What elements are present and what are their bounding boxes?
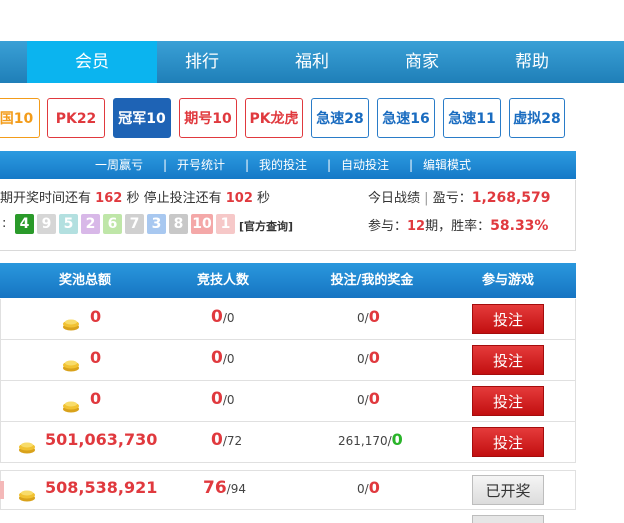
official-query-link[interactable]: [官方查询] bbox=[239, 218, 293, 234]
my-bonus: 0 bbox=[368, 348, 380, 367]
bet-bonus: 0/0 bbox=[357, 389, 380, 408]
pool-total: 508,538,921 bbox=[45, 478, 158, 497]
result-ball: 7 bbox=[125, 214, 144, 234]
my-bonus: 0 bbox=[368, 389, 380, 408]
submenu-weekly-profit[interactable]: 一周赢亏 bbox=[95, 151, 143, 179]
top-navigation: 会员 排行 福利 商家 帮助 bbox=[0, 41, 624, 83]
pool-total: 501,063,730 bbox=[45, 430, 158, 449]
sub-menu: 一周赢亏 | 开号统计 | 我的投注 | 自动投注 | 编辑模式 bbox=[0, 151, 576, 179]
game-tab-jisu11[interactable]: 急速11 bbox=[443, 98, 501, 138]
pool-total: 0 bbox=[90, 348, 102, 367]
draw-countdown-seconds: 162 bbox=[95, 191, 123, 206]
player-count: 0/72 bbox=[211, 430, 242, 450]
nav-tab-welfare[interactable]: 福利 bbox=[267, 41, 357, 83]
win-rate: 58.33% bbox=[490, 218, 549, 234]
game-tab-guo10[interactable]: 国10 bbox=[0, 98, 40, 138]
header-bet-bonus: 投注/我的奖金 bbox=[330, 273, 414, 288]
game-tab-jisu28[interactable]: 急速28 bbox=[311, 98, 369, 138]
coin-icon bbox=[18, 487, 36, 502]
players-total: /0 bbox=[222, 311, 235, 325]
bet-amount: 0/ bbox=[357, 311, 369, 325]
coin-icon bbox=[62, 357, 80, 372]
players-joined: 0 bbox=[211, 348, 223, 368]
submenu-edit-mode[interactable]: 编辑模式 bbox=[423, 151, 471, 179]
game-tab-virtual28[interactable]: 虚拟28 bbox=[509, 98, 565, 138]
players-joined: 0 bbox=[211, 389, 223, 409]
nav-tab-merchant[interactable]: 商家 bbox=[377, 41, 467, 83]
my-bonus: 0 bbox=[391, 430, 403, 449]
submenu-separator: | bbox=[245, 158, 250, 172]
bet-bonus: 0/0 bbox=[357, 307, 380, 326]
players-joined: 0 bbox=[211, 430, 223, 450]
profit-value: 1,268,579 bbox=[471, 190, 551, 206]
bet-button[interactable]: 投注 bbox=[472, 386, 544, 416]
submenu-separator: | bbox=[327, 158, 332, 172]
submenu-number-stats[interactable]: 开号统计 bbox=[177, 151, 225, 179]
nav-tab-member[interactable]: 会员 bbox=[27, 41, 157, 83]
game-tab-period10[interactable]: 期号10 bbox=[179, 98, 237, 138]
submenu-my-bets[interactable]: 我的投注 bbox=[259, 151, 307, 179]
bet-amount: 0/ bbox=[357, 482, 369, 496]
result-ball: 9 bbox=[37, 214, 56, 234]
submenu-auto-bet[interactable]: 自动投注 bbox=[341, 151, 389, 179]
game-tab-jisu16[interactable]: 急速16 bbox=[377, 98, 435, 138]
bet-amount: 0/ bbox=[357, 393, 369, 407]
bet-bonus: 261,170/0 bbox=[338, 430, 403, 449]
bet-bonus: 0/0 bbox=[357, 478, 380, 497]
bet-button[interactable]: 投注 bbox=[472, 345, 544, 375]
participate-count: 12 bbox=[407, 219, 426, 234]
player-count: 0/0 bbox=[211, 307, 235, 327]
game-tab-pk-longhu[interactable]: PK龙虎 bbox=[245, 98, 303, 138]
result-ball: 3 bbox=[147, 214, 166, 234]
bet-amount: 261,170/ bbox=[338, 434, 392, 448]
result-ball: 4 bbox=[15, 214, 34, 234]
row-marker bbox=[0, 481, 4, 499]
result-ball: 1 bbox=[216, 214, 235, 234]
pool-total: 0 bbox=[90, 307, 102, 326]
result-ball: 10 bbox=[191, 214, 213, 234]
coin-icon bbox=[62, 398, 80, 413]
coin-icon bbox=[18, 439, 36, 454]
nav-tab-ranking[interactable]: 排行 bbox=[157, 41, 247, 83]
bet-button[interactable]: 投注 bbox=[472, 304, 544, 334]
game-tab-pk22[interactable]: PK22 bbox=[47, 98, 105, 138]
players-joined: 0 bbox=[211, 307, 223, 327]
result-ball: 8 bbox=[169, 214, 188, 234]
bet-amount: 0/ bbox=[357, 352, 369, 366]
players-joined: 76 bbox=[203, 478, 227, 498]
bet-button[interactable]: 投注 bbox=[472, 427, 544, 457]
submenu-separator: | bbox=[409, 158, 414, 172]
player-count: 0/0 bbox=[211, 389, 235, 409]
stop-countdown-seconds: 102 bbox=[225, 191, 253, 206]
countdown-line: 期开奖时间还有 162 秒 停止投注还有 102 秒 bbox=[0, 191, 271, 206]
table-header: 奖池总额 竞技人数 投注/我的奖金 参与游戏 bbox=[0, 263, 576, 298]
coin-icon bbox=[62, 316, 80, 331]
pool-total: 0 bbox=[90, 389, 102, 408]
game-tab-champion10[interactable]: 冠军10 bbox=[113, 98, 171, 138]
my-bonus: 0 bbox=[368, 478, 380, 497]
my-bonus: 0 bbox=[368, 307, 380, 326]
submenu-separator: | bbox=[163, 158, 168, 172]
result-label: : bbox=[2, 216, 7, 231]
result-ball: 6 bbox=[103, 214, 122, 234]
nav-tab-help[interactable]: 帮助 bbox=[487, 41, 577, 83]
player-count: 76/94 bbox=[203, 478, 246, 498]
players-total: /94 bbox=[226, 482, 246, 496]
drawn-button[interactable]: 已开奖 bbox=[472, 475, 544, 505]
nav-arrow[interactable] bbox=[0, 41, 8, 83]
result-ball: 5 bbox=[59, 214, 78, 234]
header-join-game: 参与游戏 bbox=[481, 273, 534, 288]
players-total: /72 bbox=[222, 434, 243, 448]
header-pool-total: 奖池总额 bbox=[58, 273, 111, 288]
today-record: 今日战绩 | 盈亏：1,268,579 bbox=[368, 190, 551, 206]
players-total: /0 bbox=[222, 393, 235, 407]
player-count: 0/0 bbox=[211, 348, 235, 368]
result-ball: 2 bbox=[81, 214, 100, 234]
participation-record: 参与：12期，胜率：58.33% bbox=[368, 218, 549, 234]
header-players: 竞技人数 bbox=[196, 273, 249, 288]
bet-bonus: 0/0 bbox=[357, 348, 380, 367]
players-total: /0 bbox=[222, 352, 235, 366]
